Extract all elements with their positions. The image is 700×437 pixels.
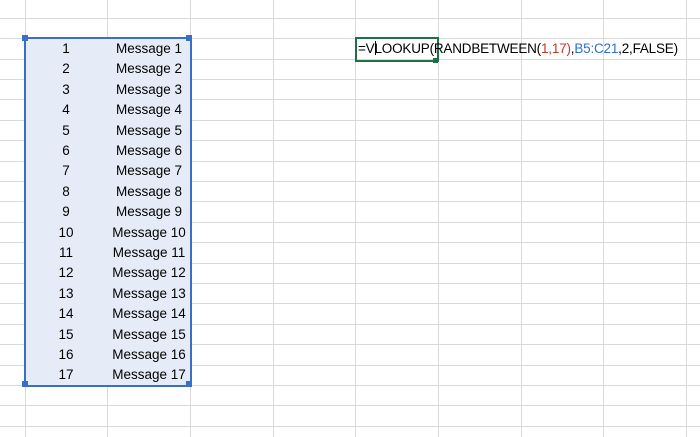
gridline-vertical [438, 0, 439, 437]
spreadsheet-grid[interactable]: 1 Message 1 2 Message 2 3 Message 3 4 Message 4… [0, 0, 700, 437]
formula-tail: ,2,FALSE) [618, 41, 678, 56]
gridline-horizontal [0, 426, 700, 427]
formula-range-reference: B5:C21 [574, 41, 619, 56]
gridline-vertical [603, 0, 604, 437]
formula-nested-function: RANDBETWEEN( [433, 41, 541, 56]
formula-function: LOOKUP( [374, 41, 435, 56]
selection-handle-top-right[interactable] [186, 35, 192, 41]
gridline-vertical [686, 0, 687, 437]
gridline-horizontal [0, 405, 700, 406]
selected-range-border [24, 37, 192, 387]
selection-handle-top-left[interactable] [22, 35, 28, 41]
selection-handle-bottom-right[interactable] [186, 381, 192, 387]
cell-formula-text[interactable]: =VLOOKUP(RANDBETWEEN(1,17),B5:C21,2,FALS… [358, 38, 678, 60]
gridline-vertical [273, 0, 274, 437]
selection-handle-bottom-left[interactable] [22, 381, 28, 387]
gridline-vertical [355, 0, 356, 437]
gridline-horizontal [0, 18, 700, 19]
formula-prefix: =V [358, 41, 375, 56]
formula-args-highlight: 1,17 [540, 41, 567, 56]
gridline-vertical [521, 0, 522, 437]
